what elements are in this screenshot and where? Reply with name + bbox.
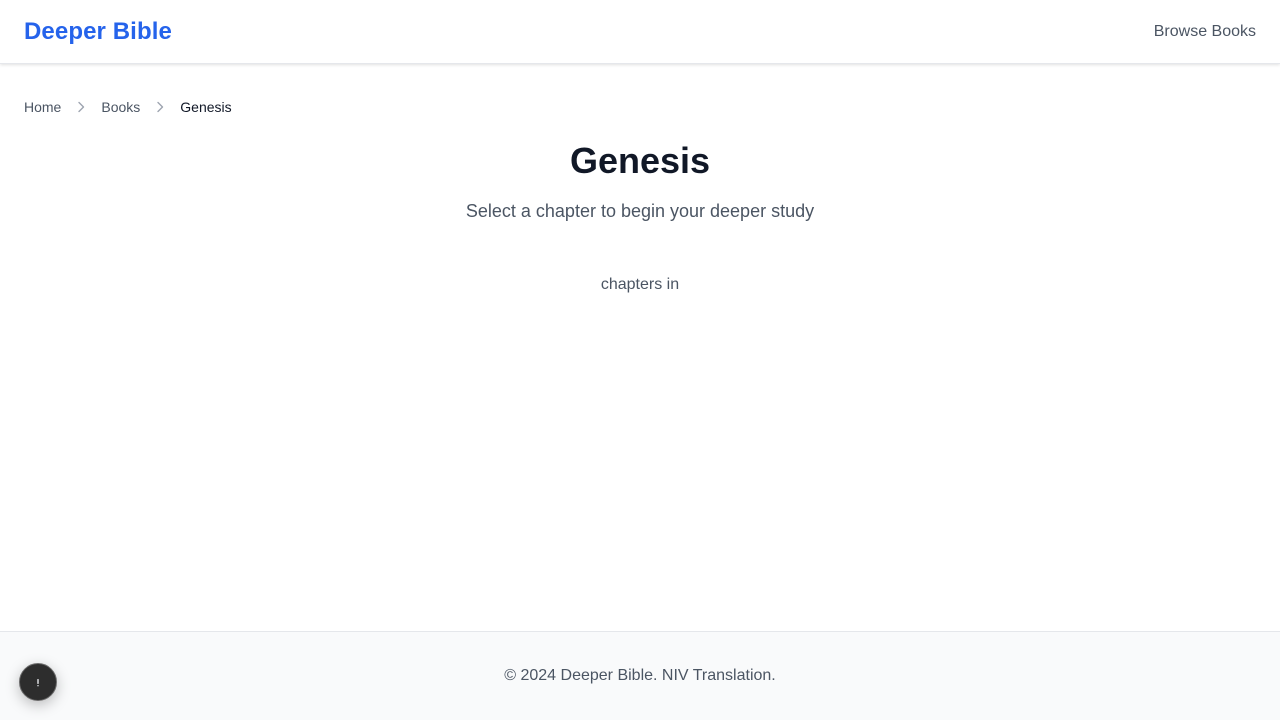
chevron-right-icon [140,97,180,117]
breadcrumb-current: Genesis [180,99,232,115]
top-navbar: Deeper Bible Browse Books [0,0,1280,64]
chapter-count-text: chapters in [600,276,680,293]
page: Deeper Bible Browse Books Home Books Gen… [0,0,1280,720]
page-subtitle: Select a chapter to begin your deeper st… [465,201,815,221]
breadcrumb-home-link[interactable]: Home [24,99,61,115]
floating-action-button[interactable] [19,663,57,701]
page-title: Genesis [569,140,711,181]
footer-copyright: © 2024 Deeper Bible. NIV Translation. [504,667,776,684]
breadcrumb-books-link[interactable]: Books [101,99,140,115]
browse-books-link[interactable]: Browse Books [1154,23,1256,41]
brand-logo-link[interactable]: Deeper Bible [24,18,172,46]
footer: © 2024 Deeper Bible. NIV Translation. [0,631,1280,720]
breadcrumb: Home Books Genesis [24,97,232,117]
info-icon [37,679,39,687]
chevron-right-icon [61,97,101,117]
